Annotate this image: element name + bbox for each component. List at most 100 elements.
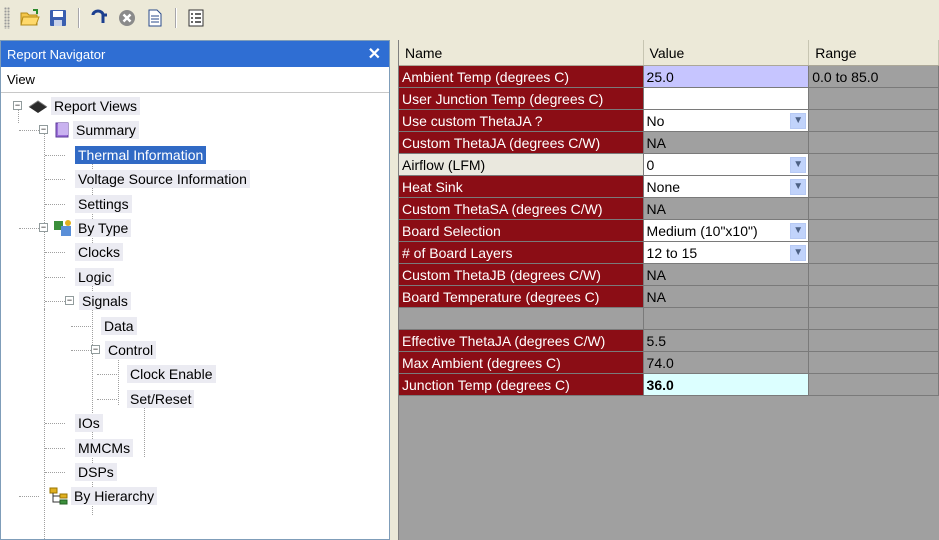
- tree-node-label: Clock Enable: [127, 365, 216, 384]
- property-value-text: No: [646, 112, 665, 129]
- chevron-down-icon[interactable]: ▼: [790, 112, 807, 129]
- open-folder-icon[interactable]: [19, 7, 41, 29]
- chevron-down-icon[interactable]: ▼: [790, 222, 807, 239]
- tree-guide-line: [71, 325, 91, 327]
- column-header-range[interactable]: Range: [809, 40, 939, 65]
- property-range-cell: [809, 286, 939, 308]
- property-value-cell[interactable]: 25.0: [643, 66, 810, 88]
- tree-node-settings[interactable]: Settings: [75, 193, 132, 215]
- navigator-column-header[interactable]: View: [1, 67, 389, 93]
- property-name-cell: Custom ThetaJB (degrees C/W): [399, 264, 644, 286]
- property-value-dropdown[interactable]: None ▼: [643, 176, 810, 198]
- tree-expander-icon[interactable]: −: [13, 101, 22, 110]
- property-row: Heat Sink None ▼: [399, 176, 939, 198]
- property-row: Max Ambient (degrees C) 74.0: [399, 352, 939, 374]
- tree-node-mmcms[interactable]: MMCMs: [75, 437, 134, 459]
- tree-node-label: Summary: [73, 121, 139, 140]
- tree-node-clock-enable[interactable]: Clock Enable: [127, 363, 216, 385]
- property-value-text: 74.0: [646, 354, 674, 371]
- property-value-cell: NA: [643, 264, 810, 286]
- property-value-text: 25.0: [646, 68, 674, 85]
- thermal-property-grid: Name Value Range Ambient Temp (degrees C…: [398, 40, 939, 540]
- tree-guide-line: [118, 355, 119, 405]
- tree-node-label: Set/Reset: [127, 389, 195, 408]
- tree-expander-icon[interactable]: −: [39, 125, 48, 135]
- property-value-text: 5.5: [646, 332, 667, 349]
- chevron-down-icon[interactable]: ▼: [790, 178, 807, 195]
- tree-guide-line: [45, 276, 65, 278]
- tree-node-report-views[interactable]: Report Views: [27, 95, 141, 117]
- column-header-value[interactable]: Value: [644, 40, 810, 65]
- tree-node-label: DSPs: [75, 463, 117, 481]
- property-range-cell: [809, 352, 939, 374]
- tree-node-clocks[interactable]: Clocks: [75, 241, 124, 263]
- property-value-text: 12 to 15: [646, 244, 698, 261]
- property-value-dropdown[interactable]: 12 to 15 ▼: [643, 242, 810, 264]
- tree-node-label: Voltage Source Information: [75, 170, 250, 189]
- tree-node-by-type[interactable]: By Type: [53, 217, 132, 239]
- property-row: Custom ThetaJA (degrees C/W) NA: [399, 132, 939, 154]
- tuning-fork-icon[interactable]: [88, 7, 110, 29]
- tree-node-ios[interactable]: IOs: [75, 412, 103, 434]
- tree-expander-icon[interactable]: −: [39, 223, 48, 232]
- tree-node-data[interactable]: Data: [101, 315, 137, 337]
- property-row: Junction Temp (degrees C) 36.0: [399, 374, 939, 396]
- tree-node-label: Control: [105, 341, 157, 359]
- tree-node-set-reset[interactable]: Set/Reset: [127, 388, 195, 410]
- property-range-cell: [809, 264, 939, 286]
- toolbar-separator: [175, 8, 176, 28]
- property-range-cell: [809, 176, 939, 198]
- property-range-cell: [809, 330, 939, 352]
- property-value-dropdown[interactable]: No ▼: [643, 110, 810, 132]
- close-icon[interactable]: ✕: [368, 44, 381, 64]
- column-header-name[interactable]: Name: [399, 40, 644, 65]
- chevron-down-icon[interactable]: ▼: [790, 156, 807, 173]
- report-list-icon[interactable]: [185, 7, 207, 29]
- tree-node-dsps[interactable]: DSPs: [75, 461, 117, 483]
- tree-guide-line: [19, 228, 39, 229]
- chip-icon: [27, 98, 49, 114]
- tree-node-summary[interactable]: Summary: [53, 119, 139, 141]
- property-row: Custom ThetaJB (degrees C/W) NA: [399, 264, 939, 286]
- property-value-cell: 74.0: [643, 352, 810, 374]
- chevron-down-icon[interactable]: ▼: [790, 244, 807, 261]
- property-name-cell: Heat Sink: [399, 176, 644, 198]
- grid-body: Ambient Temp (degrees C) 25.0 0.0 to 85.0 U…: [399, 66, 939, 396]
- property-name-cell: Custom ThetaSA (degrees C/W): [399, 198, 644, 220]
- navigator-title: Report Navigator: [7, 46, 106, 62]
- property-value-cell: 36.0: [643, 374, 810, 396]
- property-name-cell: Max Ambient (degrees C): [399, 352, 644, 374]
- property-name-cell: Effective ThetaJA (degrees C/W): [399, 330, 644, 352]
- tree-node-thermal-information[interactable]: Thermal Information: [75, 144, 207, 166]
- tree-node-label: MMCMs: [75, 438, 134, 457]
- grid-header-row: Name Value Range: [399, 40, 939, 66]
- property-value-dropdown[interactable]: 0 ▼: [643, 154, 810, 176]
- property-value-dropdown[interactable]: Medium (10"x10") ▼: [643, 220, 810, 242]
- document-icon[interactable]: [144, 7, 166, 29]
- property-value-text: NA: [646, 266, 666, 283]
- tree-expander-icon[interactable]: −: [91, 345, 100, 354]
- tree-guide-line: [44, 129, 45, 309]
- tree-node-logic[interactable]: Logic: [75, 266, 115, 288]
- property-range-cell: 0.0 to 85.0: [809, 66, 939, 88]
- tree-guide-line: [44, 309, 45, 540]
- tree-node-signals[interactable]: Signals: [79, 290, 131, 312]
- hierarchy-icon: [49, 487, 69, 505]
- types-icon: [53, 219, 73, 237]
- tree-node-control[interactable]: Control: [105, 339, 157, 361]
- cancel-circle-icon[interactable]: [116, 7, 138, 29]
- save-disk-icon[interactable]: [47, 7, 69, 29]
- property-range-cell: [809, 154, 939, 176]
- tree-guide-line: [71, 350, 91, 351]
- property-row: # of Board Layers 12 to 15 ▼: [399, 242, 939, 264]
- toolbar-grip[interactable]: [4, 7, 10, 29]
- property-value-cell[interactable]: [643, 88, 810, 110]
- property-name-cell: Custom ThetaJA (degrees C/W): [399, 132, 644, 154]
- property-range-cell: [809, 88, 939, 110]
- property-name-cell: Use custom ThetaJA ?: [399, 110, 644, 132]
- tree-expander-icon[interactable]: −: [65, 296, 74, 306]
- property-value-cell: NA: [643, 132, 810, 154]
- tree-node-label: IOs: [75, 414, 103, 433]
- tree-node-voltage-source-information[interactable]: Voltage Source Information: [75, 168, 250, 190]
- tree-node-by-hierarchy[interactable]: By Hierarchy: [49, 485, 158, 507]
